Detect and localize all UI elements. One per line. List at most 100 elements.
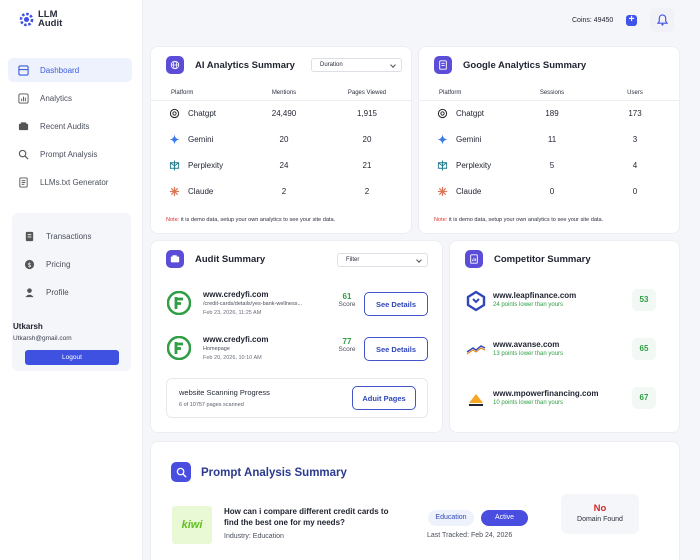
logo-gear-icon: [19, 12, 34, 26]
app-logo[interactable]: LLM Audit: [18, 10, 62, 28]
search-icon: [18, 149, 29, 160]
competitor-diff: 10 points lower than yours: [493, 400, 564, 406]
ai-analytics-card: AI Analytics Summary Duration Platform M…: [150, 46, 413, 234]
see-details-button[interactable]: See Details: [364, 337, 428, 361]
col-platform: Platform: [419, 86, 515, 101]
gemini-icon: [437, 133, 448, 145]
prompt-industry: Industry: Education: [224, 533, 284, 540]
mpowerfinancing-logo-icon: [469, 394, 483, 406]
mentions-value: 24: [279, 160, 289, 170]
duration-value: Duration: [320, 62, 343, 68]
document-icon: [19, 176, 28, 188]
nav-recent-audits[interactable]: Recent Audits: [8, 114, 132, 138]
col-users: Users: [589, 86, 681, 101]
report-icon: [465, 250, 483, 268]
users-value: 173: [628, 108, 642, 118]
table-row: Claude 2 2: [151, 178, 413, 204]
mentions-value: 20: [279, 134, 289, 144]
competitor-diff: 24 points lower than yours: [493, 302, 564, 308]
platform-name: Claude: [188, 186, 214, 196]
main-nav: Dashboard Analytics Recent Audits Prompt…: [8, 58, 132, 198]
add-coins-button[interactable]: +: [626, 15, 637, 26]
notifications-button[interactable]: [650, 8, 674, 32]
google-analytics-card: Google Analytics Summary Platform Sessio…: [418, 46, 681, 234]
claude-icon: [169, 186, 180, 196]
nav-dashboard[interactable]: Dashboard: [8, 58, 132, 82]
sessions-value: 11: [547, 134, 557, 144]
score-value: 77: [342, 337, 352, 346]
competitor-url: www.avanse.com: [493, 340, 560, 349]
globe-icon: [166, 56, 184, 74]
competitor-summary-card: Competitor Summary www.leapfinance.com 2…: [449, 240, 680, 433]
prompt-analysis-card: Prompt Analysis Summary kiwi How can i c…: [150, 441, 680, 560]
nav-transactions-label: Transactions: [46, 231, 92, 241]
chevron-down-icon: [416, 257, 422, 263]
audit-pages-button[interactable]: Aduit Pages: [352, 386, 416, 410]
brand-logo-text: kiwi: [181, 519, 203, 531]
user-icon: [25, 287, 34, 297]
audits-icon: [18, 121, 29, 130]
nav-analytics-label: Analytics: [40, 93, 73, 103]
demo-note: Note: it is demo data, setup your own an…: [166, 217, 335, 223]
table-header: Platform Mentions Pages Viewed: [151, 86, 413, 101]
status-badge: Active: [481, 510, 528, 526]
chevron-down-icon: [390, 62, 396, 68]
perplexity-icon: [437, 159, 448, 171]
mentions-value: 24,490: [271, 108, 297, 118]
score-label: Score: [338, 346, 356, 353]
competitor-url: www.leapfinance.com: [493, 291, 577, 300]
nav-profile[interactable]: Profile: [12, 280, 131, 304]
pages-viewed-value: 20: [362, 134, 372, 144]
table-row: Chatgpt 24,490 1,915: [151, 100, 413, 126]
sessions-value: 5: [549, 160, 555, 170]
chatgpt-icon: [169, 108, 180, 118]
google-analytics-table: Platform Sessions Users Chatgpt 189 173 …: [419, 86, 681, 204]
mentions-value: 2: [281, 186, 287, 196]
svg-text:$: $: [27, 260, 31, 268]
filter-dropdown[interactable]: Filter: [337, 253, 428, 267]
audit-url: www.credyfi.com: [203, 335, 269, 344]
bell-icon: [656, 14, 668, 26]
col-mentions: Mentions: [247, 86, 321, 101]
pages-viewed-value: 21: [362, 160, 372, 170]
competitor-score: 53: [632, 289, 656, 311]
table-row: Perplexity 24 21: [151, 152, 413, 178]
scan-title: website Scanning Progress: [179, 388, 270, 397]
audit-summary-title: Audit Summary: [195, 253, 266, 265]
nav-analytics[interactable]: Analytics: [8, 86, 132, 110]
claude-icon: [437, 186, 448, 196]
table-row: Chatgpt 189 173: [419, 100, 681, 126]
account-panel: Transactions $ Pricing Profile: [12, 213, 131, 371]
platform-name: Gemini: [188, 134, 214, 144]
col-pages-viewed: Pages Viewed: [321, 86, 413, 101]
nav-dashboard-label: Dashboard: [40, 65, 80, 75]
see-details-button[interactable]: See Details: [364, 292, 428, 316]
nav-llms-generator-label: LLMs.txt Generator: [40, 177, 109, 187]
perplexity-icon: [169, 159, 180, 171]
user-name: Utkarsh: [13, 322, 43, 331]
logout-button[interactable]: Logout: [25, 350, 119, 365]
table-row: Gemini 11 3: [419, 126, 681, 152]
ai-analytics-title: AI Analytics Summary: [195, 59, 295, 71]
sessions-value: 0: [549, 186, 555, 196]
score-label: Score: [338, 301, 356, 308]
col-sessions: Sessions: [515, 86, 589, 101]
nav-profile-label: Profile: [46, 287, 69, 297]
logo-line2: Audit: [38, 18, 63, 29]
audit-date: Feb 20, 2026, 10:10 AM: [203, 355, 262, 361]
audit-path: /credit-cards/details/yes-bank-wellness.…: [203, 301, 303, 307]
brand-logo: kiwi: [172, 506, 212, 544]
nav-llms-generator[interactable]: LLMs.txt Generator: [8, 170, 132, 194]
platform-name: Claude: [456, 186, 482, 196]
prompt-analysis-title: Prompt Analysis Summary: [201, 467, 347, 479]
audit-score: 77 Score: [335, 337, 359, 353]
nav-transactions[interactable]: Transactions: [12, 224, 131, 248]
credyfi-logo-icon: [167, 336, 191, 360]
nav-prompt-analysis[interactable]: Prompt Analysis: [8, 142, 132, 166]
nav-pricing[interactable]: $ Pricing: [12, 252, 131, 276]
leapfinance-logo-icon: [466, 290, 486, 312]
table-row: Claude 0 0: [419, 178, 681, 204]
duration-dropdown[interactable]: Duration: [311, 58, 402, 72]
sessions-value: 189: [545, 108, 559, 118]
nav-recent-audits-label: Recent Audits: [40, 121, 90, 131]
